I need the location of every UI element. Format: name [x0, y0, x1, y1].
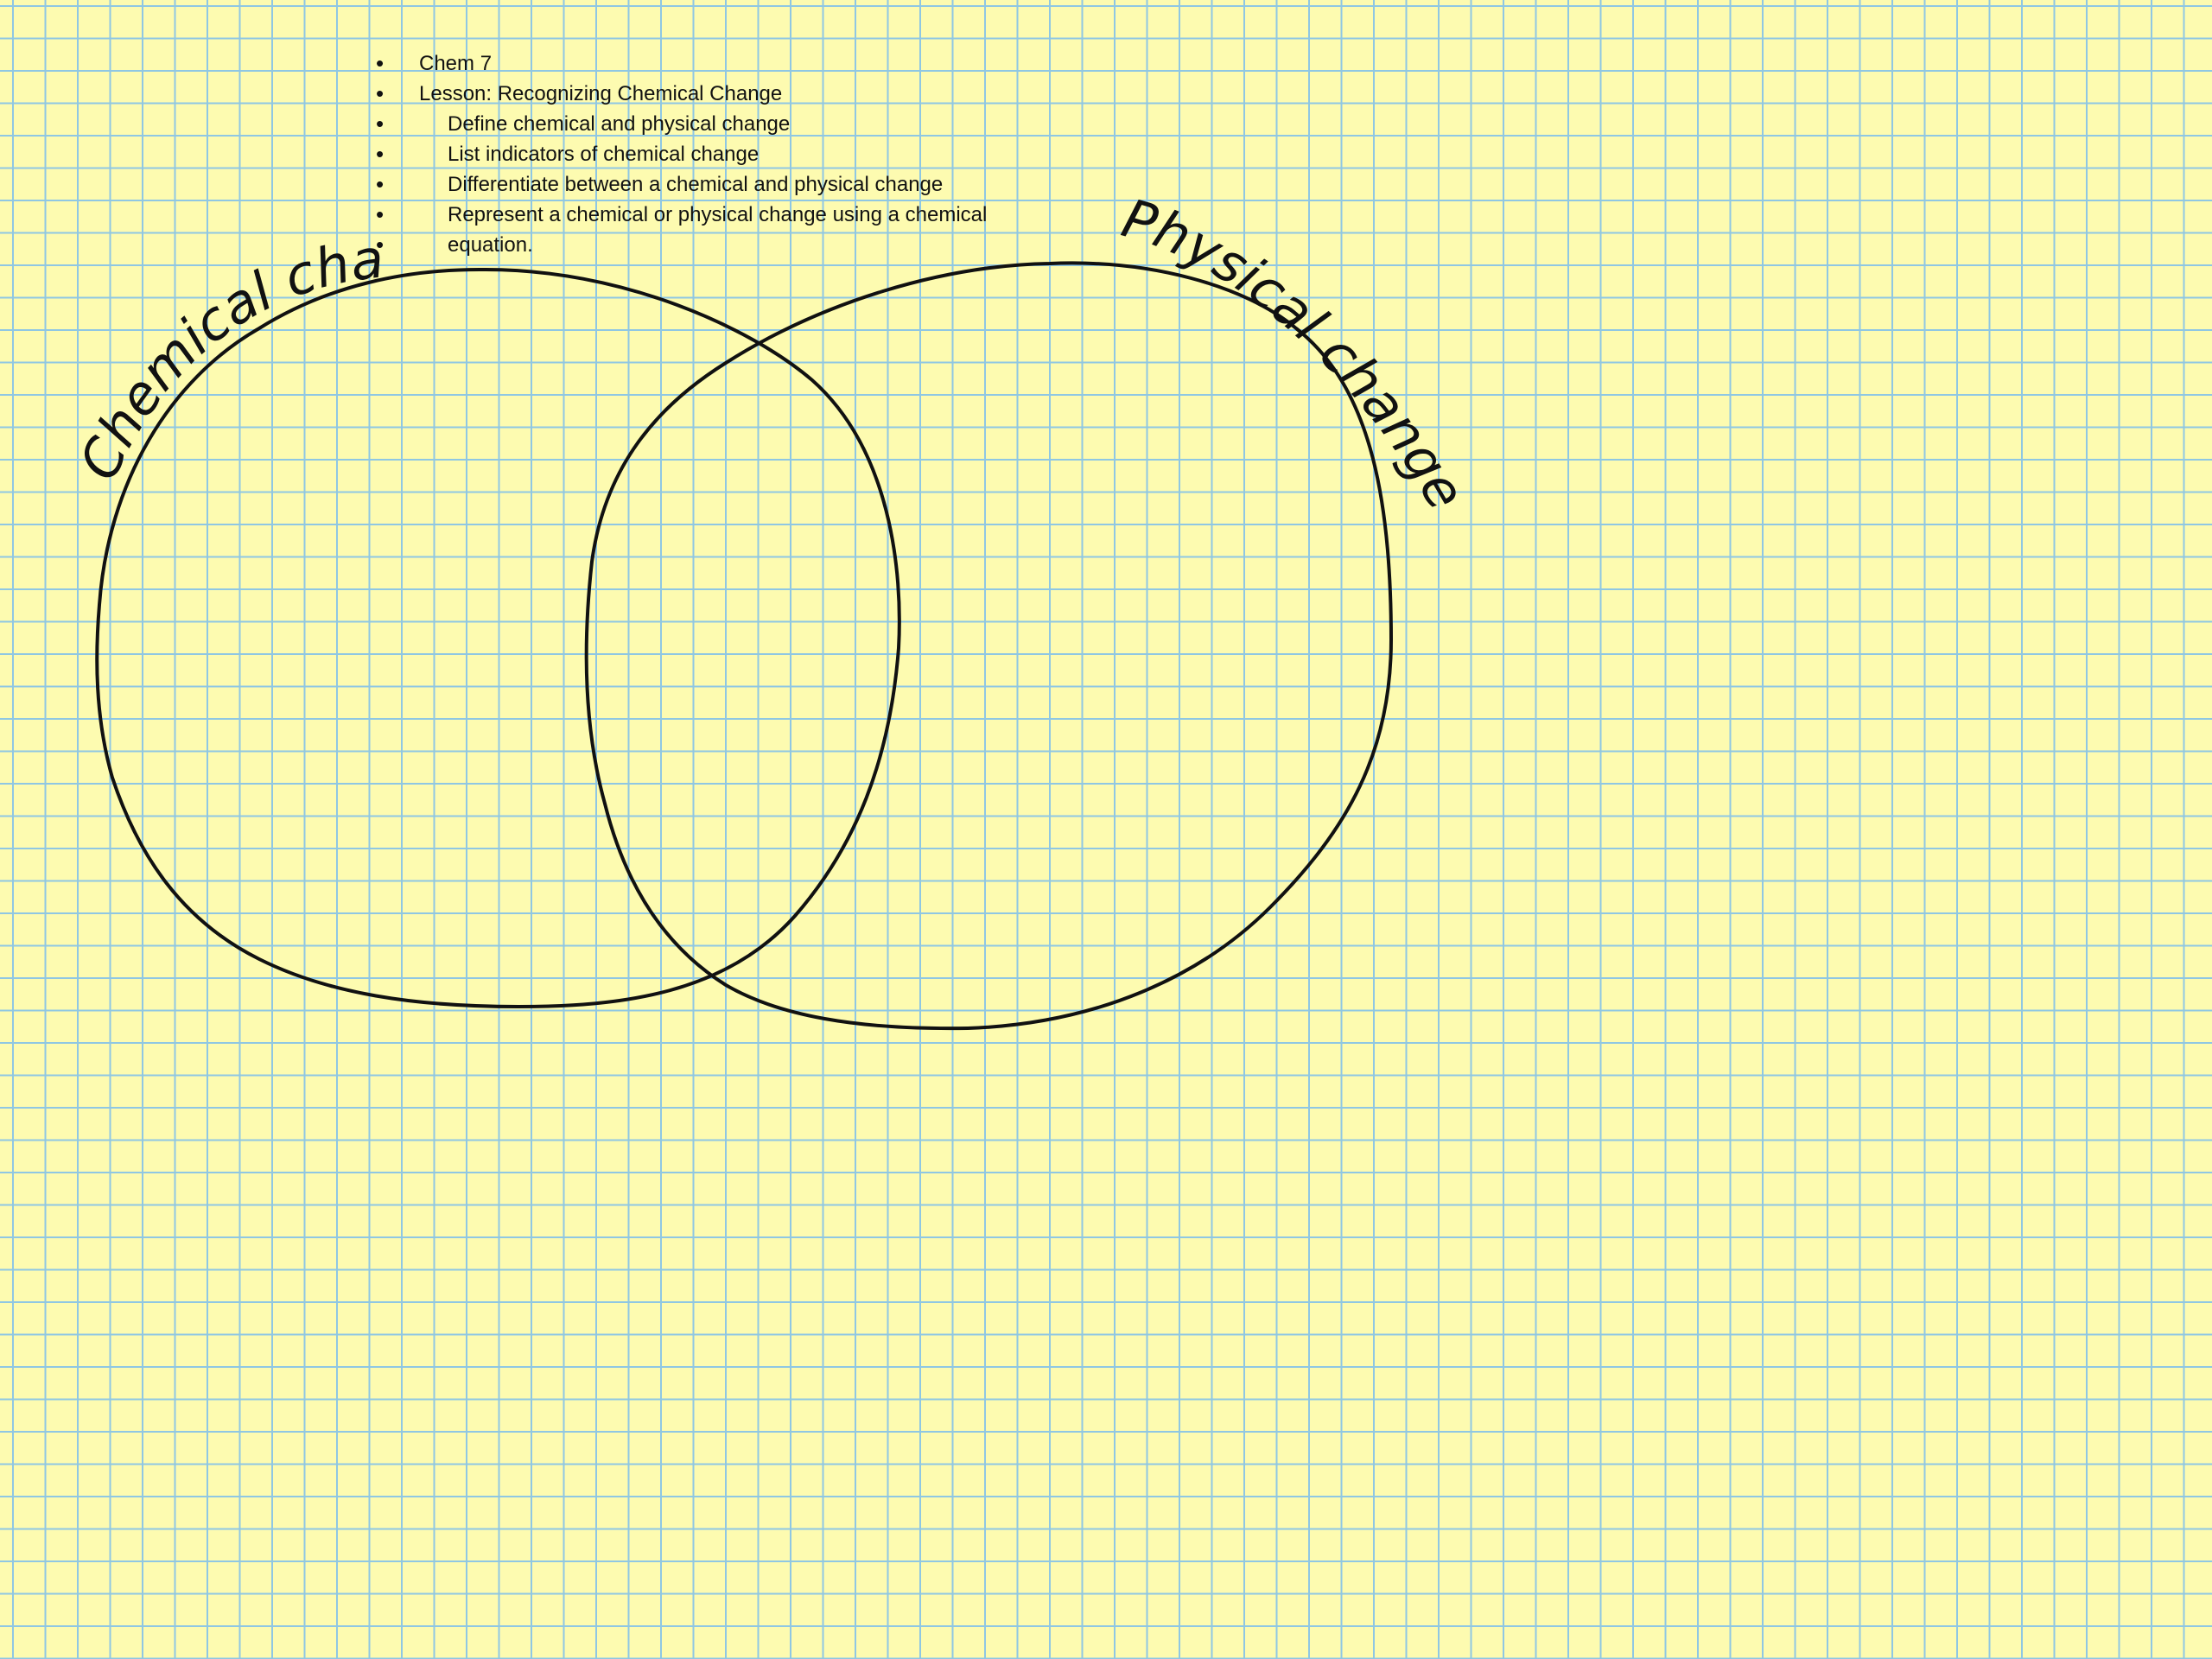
physical-change-circle: [584, 261, 1393, 1031]
venn-diagram: Chemical change Physical change: [0, 0, 1478, 1031]
chemical-change-label-text: Chemical change: [0, 0, 387, 489]
physical-change-label: Physical change: [1116, 187, 1478, 520]
physical-change-label-text: Physical change: [1116, 187, 1478, 520]
chemical-change-label: Chemical change: [0, 0, 387, 489]
chemical-change-circle: [95, 267, 901, 1008]
